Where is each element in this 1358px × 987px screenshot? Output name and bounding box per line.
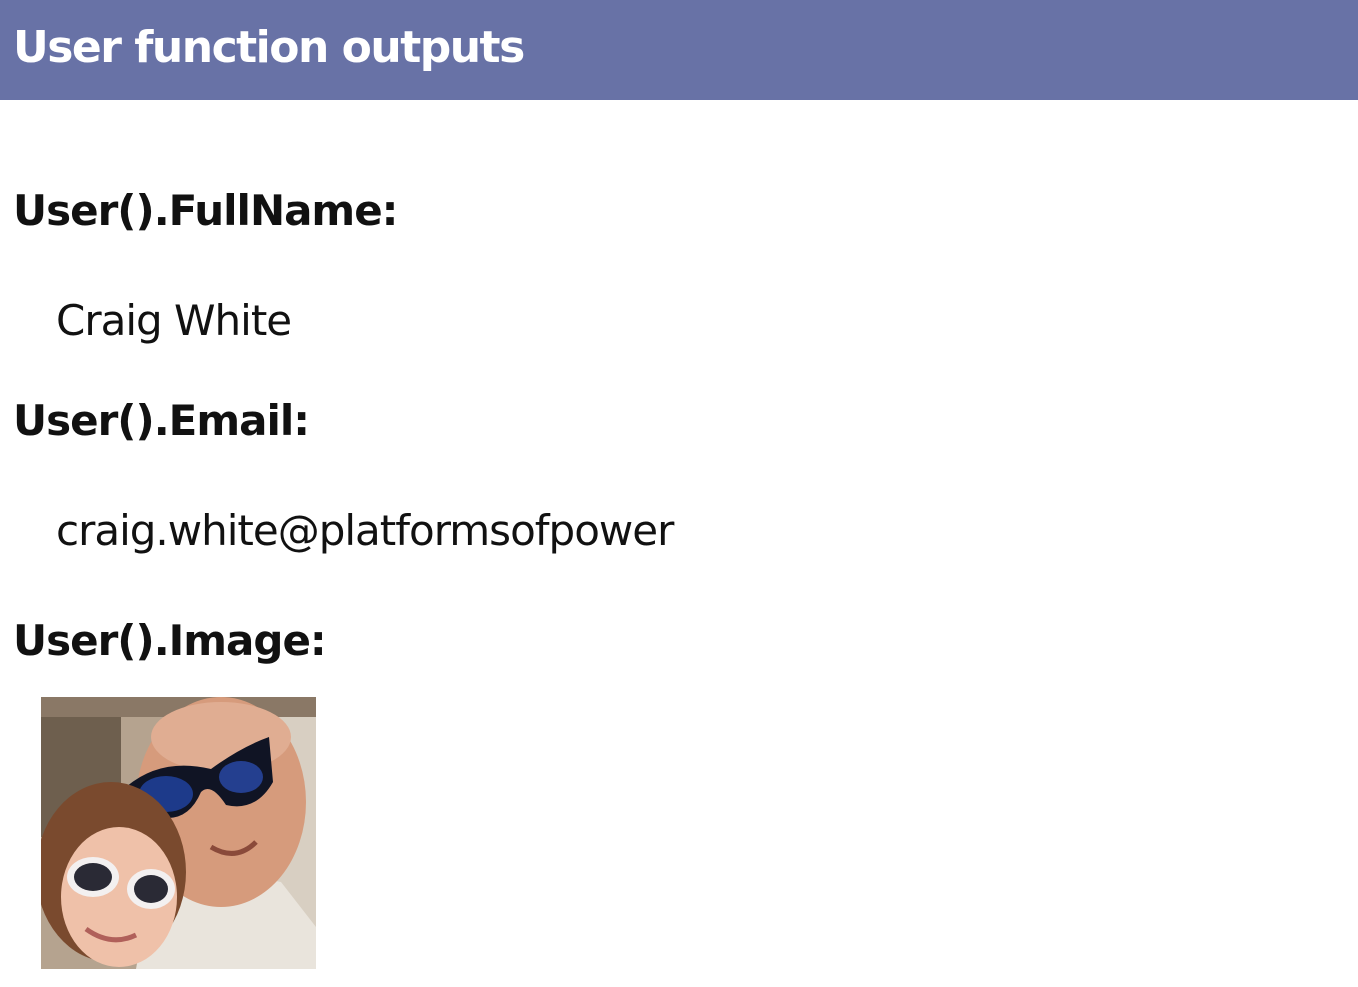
image-label: User().Image: (13, 616, 327, 665)
email-value: craig.white@platformsofpower (56, 506, 674, 555)
page: User function outputs User().FullName: C… (0, 0, 1358, 987)
fullname-label: User().FullName: (13, 186, 398, 235)
user-image (41, 697, 316, 969)
header-title: User function outputs (13, 22, 525, 73)
email-label: User().Email: (13, 396, 310, 445)
fullname-value: Craig White (56, 296, 292, 345)
section-header: User function outputs (0, 0, 1358, 100)
